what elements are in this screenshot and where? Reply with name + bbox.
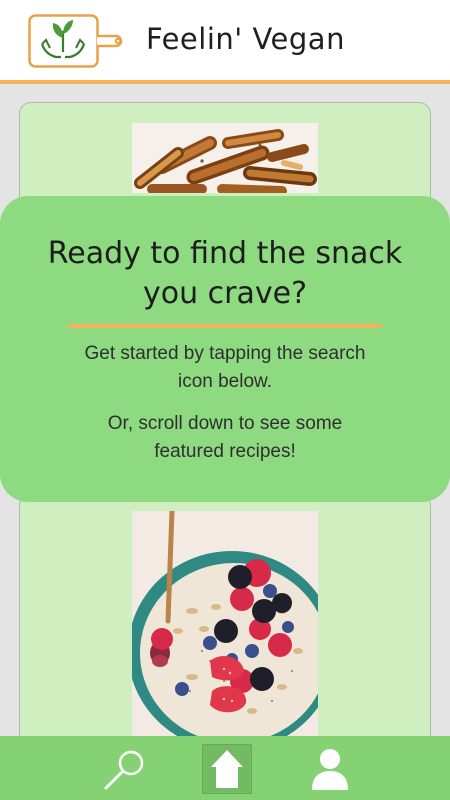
user-icon: [312, 749, 348, 790]
app-header: Feelin' Vegan: [0, 0, 450, 84]
welcome-panel: Ready to find the snack you crave? Get s…: [0, 196, 450, 502]
instruction-line: Get started by tapping the search: [84, 343, 366, 364]
welcome-heading: Ready to find the snack you crave?: [0, 234, 450, 314]
roasted-potato-wedges-photo: [132, 123, 318, 193]
bottom-navigation: [0, 736, 450, 800]
instruction-line: icon below.: [177, 371, 272, 392]
vegan-hands-sprout-icon: [28, 14, 123, 68]
berry-smoothie-bowl-photo: [132, 511, 318, 736]
divider: [68, 324, 382, 328]
app-title: Feelin' Vegan: [146, 22, 345, 56]
app-logo[interactable]: [28, 14, 128, 68]
search-icon: [104, 750, 144, 790]
recipe-card[interactable]: [19, 494, 431, 736]
welcome-heading-line: Ready to find the snack: [47, 236, 403, 271]
profile-button[interactable]: [306, 744, 356, 794]
hint-line: Or, scroll down to see some: [107, 413, 343, 434]
recipe-feed[interactable]: Ready to find the snack you crave? Get s…: [0, 84, 450, 736]
welcome-instruction: Get started by tapping the search icon b…: [40, 340, 410, 396]
home-button[interactable]: [202, 744, 252, 794]
welcome-heading-line: you crave?: [142, 276, 307, 311]
search-button[interactable]: [100, 744, 150, 794]
home-icon: [211, 750, 243, 788]
hint-line: featured recipes!: [154, 441, 296, 462]
welcome-scroll-hint: Or, scroll down to see some featured rec…: [40, 410, 410, 466]
